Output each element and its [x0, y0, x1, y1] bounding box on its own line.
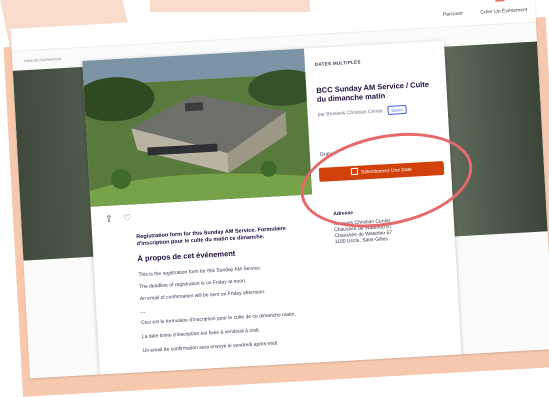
follow-button[interactable]: Suivre [387, 104, 407, 116]
about-line: Ceci est le formulaire d'inscription pou… [140, 311, 296, 327]
about-line: The deadline of registration is on Frida… [138, 278, 247, 291]
decor-peach-top [150, 0, 310, 12]
organizer-line: par Brussels Christian Center Suivre [317, 104, 407, 119]
church-building-image [82, 48, 313, 207]
about-line: This is the registration form for this S… [138, 265, 262, 279]
organizer-name[interactable]: par Brussels Christian Center [318, 108, 384, 118]
browser-screen: Parcourir Créer Un Événement Infos de l'… [10, 0, 549, 379]
about-line: --- [140, 309, 146, 317]
top-nav: Parcourir Créer Un Événement [427, 7, 528, 19]
about-line: Un email de confirmation sera envoyé le … [142, 340, 279, 355]
heart-icon[interactable]: ♡ [123, 212, 132, 222]
nav-browse[interactable]: Parcourir [443, 11, 464, 18]
date-label: DATES MULTIPLES [314, 59, 361, 67]
breadcrumb[interactable]: Infos de l'événement [24, 56, 61, 63]
about-line: An email of confirmation will be sent on… [139, 289, 266, 303]
about-heading: À propos de cet événement [137, 248, 236, 264]
screenshot-frame: Parcourir Créer Un Événement Infos de l'… [3, 0, 549, 397]
share-icon[interactable]: ⇪ [105, 214, 113, 224]
about-line: La date limite d'inscription est fixée à… [141, 327, 261, 341]
nav-create-event[interactable]: Créer Un Événement [480, 7, 527, 16]
event-title: BCC Sunday AM Service / Culte du dimanch… [316, 79, 430, 104]
event-intro: Registration form for this Sunday AM Ser… [136, 225, 287, 248]
event-photo [82, 48, 313, 207]
action-icons: ⇪ ♡ [105, 212, 140, 225]
